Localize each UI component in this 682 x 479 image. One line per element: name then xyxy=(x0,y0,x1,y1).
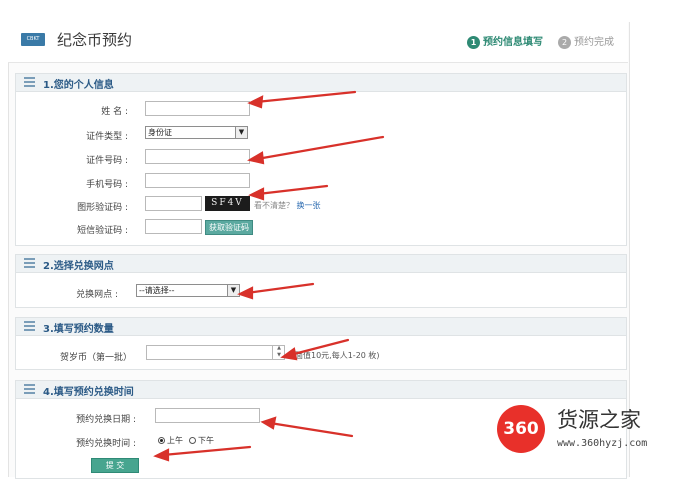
arrow-head xyxy=(153,448,170,462)
arrow-line xyxy=(268,421,354,438)
arrow-line xyxy=(245,282,315,295)
arrow-line xyxy=(288,338,350,357)
arrow-line xyxy=(255,135,385,161)
watermark-name: 货源之家 xyxy=(557,408,641,432)
arrow-line xyxy=(256,184,329,196)
arrow-head xyxy=(280,347,298,361)
watermark-url: www.360hyzj.com xyxy=(557,438,648,449)
arrow-head xyxy=(260,416,277,430)
arrow-head xyxy=(248,187,265,201)
arrow-line xyxy=(254,90,357,104)
watermark-logo: 360 xyxy=(497,405,545,453)
arrow-line xyxy=(161,445,252,457)
watermark: 360 货源之家 www.360hyzj.com xyxy=(497,398,682,458)
arrow-head xyxy=(247,151,265,165)
arrow-head xyxy=(237,286,254,300)
arrow-head xyxy=(247,95,264,109)
